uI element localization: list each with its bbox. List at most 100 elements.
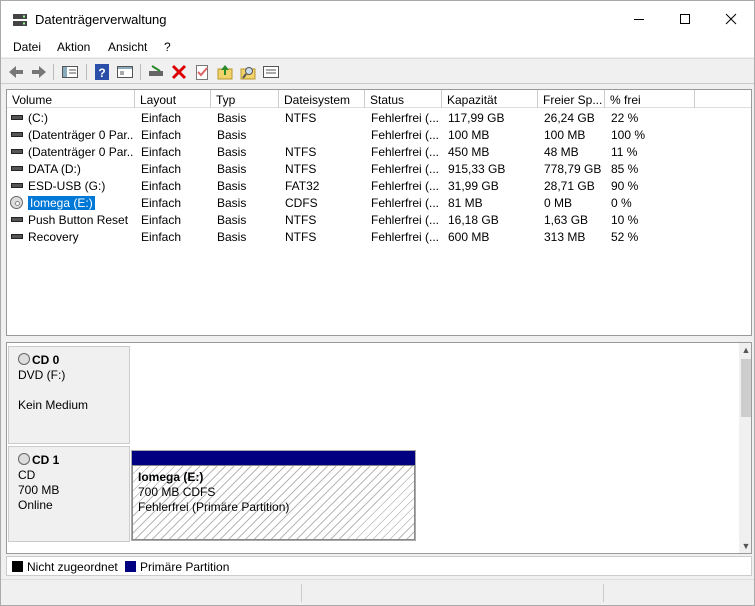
cell-status: Fehlerfrei (... [371, 162, 440, 176]
legend-swatch-primary [125, 561, 136, 572]
cell-typ: Basis [217, 230, 247, 244]
console-tree-icon[interactable] [61, 63, 79, 81]
disk-cd0-area [131, 346, 738, 444]
menu-datei[interactable]: Datei [13, 40, 41, 54]
column-header-freier-speicher[interactable]: Freier Sp... [538, 90, 605, 108]
partition-body: Iomega (E:) 700 MB CDFS Fehlerfrei (Prim… [132, 465, 415, 540]
minimize-icon [634, 19, 644, 20]
column-header-typ[interactable]: Typ [211, 90, 279, 108]
hard-drive-icon [11, 166, 23, 171]
cell-fs: NTFS [285, 145, 317, 159]
search-folder-icon[interactable] [239, 63, 257, 81]
menu-bar: Datei Aktion Ansicht ? [1, 37, 754, 57]
cell-fs: FAT32 [285, 179, 320, 193]
column-header-kapazitaet[interactable]: Kapazität [442, 90, 538, 108]
cell-cap: 81 MB [448, 196, 483, 210]
cell-cap: 600 MB [448, 230, 490, 244]
partition-iomega[interactable]: Iomega (E:) 700 MB CDFS Fehlerfrei (Prim… [131, 450, 416, 541]
cell-name: Recovery [28, 230, 79, 244]
menu-ansicht[interactable]: Ansicht [108, 40, 147, 54]
cell-free: 1,63 GB [544, 213, 589, 227]
partition-size: 700 MB CDFS [138, 485, 216, 499]
delete-icon[interactable] [170, 63, 188, 81]
window-title: Datenträgerverwaltung [35, 12, 167, 27]
cell-pct: 100 % [611, 128, 646, 142]
disk-state: Online [18, 498, 53, 512]
table-row[interactable]: ESD-USB (G:) Einfach Basis FAT32 Fehlerfrei … [7, 177, 751, 194]
cell-name: (Datenträger 0 Par... [28, 128, 134, 142]
menu-help[interactable]: ? [164, 40, 171, 54]
cell-layout: Einfach [141, 145, 182, 159]
cell-typ: Basis [217, 145, 247, 159]
forward-arrow-icon[interactable] [30, 63, 48, 81]
legend-label-unallocated: Nicht zugeordnet [27, 560, 118, 574]
status-separator [603, 584, 604, 602]
disk-management-window: Datenträgerverwaltung Datei Aktion Ansic… [0, 0, 755, 606]
up-folder-icon[interactable] [216, 63, 234, 81]
cell-free: 778,79 GB [544, 162, 602, 176]
table-row[interactable]: (C:) Einfach Basis NTFS Fehlerfrei (... 117,9… [7, 109, 751, 126]
cell-fs: NTFS [285, 230, 317, 244]
cell-typ: Basis [217, 128, 247, 142]
disk-type: DVD (F:) [18, 368, 66, 382]
hard-drive-icon [11, 217, 23, 222]
cell-status: Fehlerfrei (... [371, 179, 440, 193]
toolbar-separator [86, 64, 87, 80]
table-row[interactable]: (Datenträger 0 Par... Einfach Basis NTFS Feh… [7, 143, 751, 160]
hard-drive-icon [11, 183, 23, 188]
cell-cap: 117,99 GB [448, 111, 505, 125]
cell-typ: Basis [217, 162, 247, 176]
connect-disk-icon[interactable] [147, 63, 165, 81]
checklist-icon[interactable] [193, 63, 211, 81]
cell-typ: Basis [217, 213, 247, 227]
column-header-prozent-frei[interactable]: % frei [605, 90, 695, 108]
menu-aktion[interactable]: Aktion [57, 40, 90, 54]
cell-free: 0 MB [544, 196, 573, 210]
cell-status: Fehlerfrei (... [371, 230, 440, 244]
scroll-up-icon[interactable]: ▲ [739, 343, 751, 357]
help-icon[interactable]: ? [93, 63, 111, 81]
cell-fs: NTFS [285, 162, 317, 176]
close-button[interactable] [708, 1, 754, 37]
table-row[interactable]: (Datenträger 0 Par... Einfach Basis Fehlerf… [7, 126, 751, 143]
table-row[interactable]: Recovery Einfach Basis NTFS Fehlerfrei (... 6… [7, 228, 751, 245]
cell-fs: NTFS [285, 111, 317, 125]
cell-free: 26,24 GB [544, 111, 595, 125]
cell-layout: Einfach [141, 162, 182, 176]
maximize-button[interactable] [662, 1, 708, 37]
back-arrow-icon[interactable] [7, 63, 25, 81]
toolbar-separator [53, 64, 54, 80]
column-header-dateisystem[interactable]: Dateisystem [279, 90, 365, 108]
cell-pct: 85 % [611, 162, 639, 176]
toolbar-separator [140, 64, 141, 80]
cell-name: Iomega (E:) [28, 196, 134, 210]
table-row[interactable]: Iomega (E:) Einfach Basis CDFS Fehlerfrei (.… [7, 194, 751, 211]
cell-pct: 10 % [611, 213, 639, 227]
legend-swatch-unallocated [12, 561, 23, 572]
status-bar [1, 579, 754, 605]
cell-fs: CDFS [285, 196, 318, 210]
cell-layout: Einfach [141, 230, 182, 244]
disk-name: CD 1 [32, 453, 60, 467]
cell-pct: 11 % [611, 145, 638, 159]
scroll-down-icon[interactable]: ▼ [739, 539, 751, 553]
cell-name: Push Button Reset [28, 213, 129, 227]
cell-cap: 31,99 GB [448, 179, 499, 193]
column-header-layout[interactable]: Layout [135, 90, 211, 108]
minimize-button[interactable] [616, 1, 662, 37]
column-header-volume[interactable]: Volume [7, 90, 135, 108]
title-bar: Datenträgerverwaltung [1, 1, 754, 37]
column-header-status[interactable]: Status [365, 90, 442, 108]
list-view-icon[interactable] [262, 63, 280, 81]
cell-status: Fehlerfrei (... [371, 196, 440, 210]
disk-cd1-label[interactable]: CD 1 CD 700 MB Online [8, 446, 130, 542]
partition-name: Iomega (E:) [138, 470, 204, 484]
disk-cd0-label[interactable]: CD 0 DVD (F:) Kein Medium [8, 346, 130, 444]
selected-volume-label[interactable]: Iomega (E:) [28, 196, 95, 210]
disk-map-scrollbar[interactable]: ▲ ▼ [739, 343, 751, 553]
table-row[interactable]: DATA (D:) Einfach Basis NTFS Fehlerfrei (...… [7, 160, 751, 177]
properties-icon[interactable] [116, 63, 134, 81]
table-row[interactable]: Push Button Reset Einfach Basis NTFS Fehlerf… [7, 211, 751, 228]
scroll-thumb[interactable] [741, 359, 751, 417]
cell-free: 313 MB [544, 230, 586, 244]
